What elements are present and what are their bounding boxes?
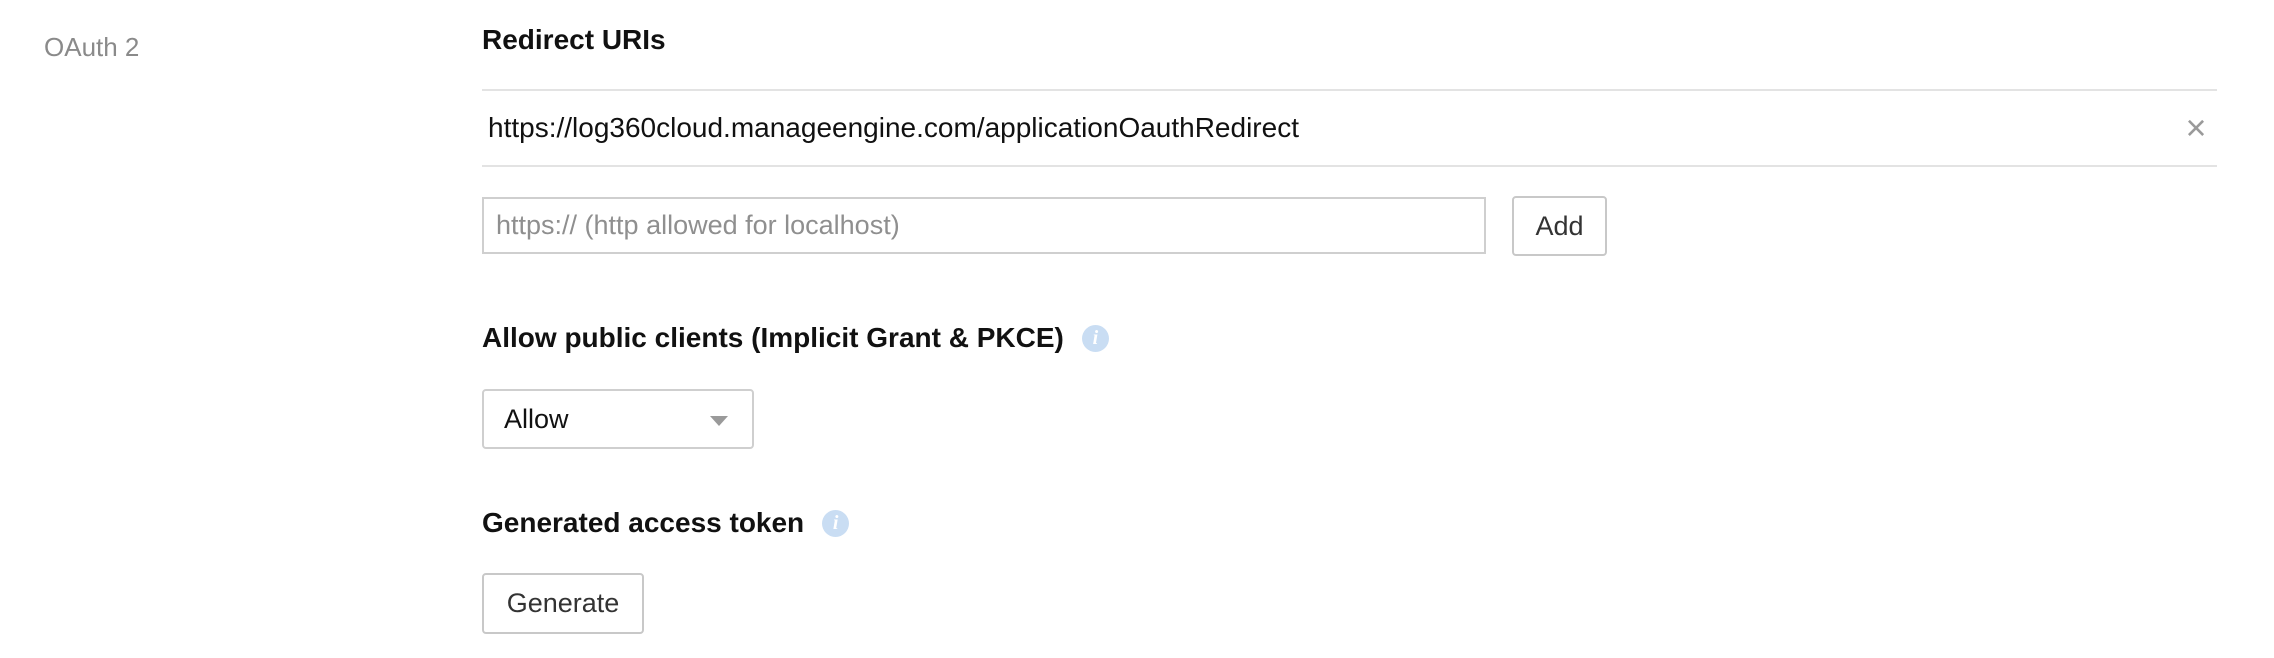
section-label: OAuth 2 (44, 32, 140, 62)
oauth2-settings-page: OAuth 2 Redirect URIs https://log360clou… (0, 0, 2274, 658)
public-clients-label: Allow public clients (Implicit Grant & P… (482, 322, 1064, 353)
generate-token-button[interactable]: Generate (482, 573, 644, 634)
add-uri-button[interactable]: Add (1512, 196, 1607, 256)
info-icon[interactable]: i (822, 509, 850, 537)
chevron-down-icon (710, 416, 728, 426)
public-clients-heading: Allow public clients (Implicit Grant & P… (482, 322, 1109, 354)
redirect-uri-row: https://log360cloud.manageengine.com/app… (482, 89, 2217, 167)
public-clients-selected-value: Allow (504, 403, 569, 434)
redirect-uri-value: https://log360cloud.manageengine.com/app… (488, 112, 1299, 143)
access-token-heading: Generated access token i (482, 507, 850, 539)
redirect-uris-heading: Redirect URIs (482, 24, 666, 55)
redirect-uri-input[interactable] (482, 197, 1486, 254)
access-token-label: Generated access token (482, 507, 805, 538)
public-clients-select[interactable]: Allow (482, 389, 754, 449)
remove-uri-close-icon[interactable]: × (2181, 110, 2211, 146)
info-icon[interactable]: i (1081, 324, 1109, 352)
